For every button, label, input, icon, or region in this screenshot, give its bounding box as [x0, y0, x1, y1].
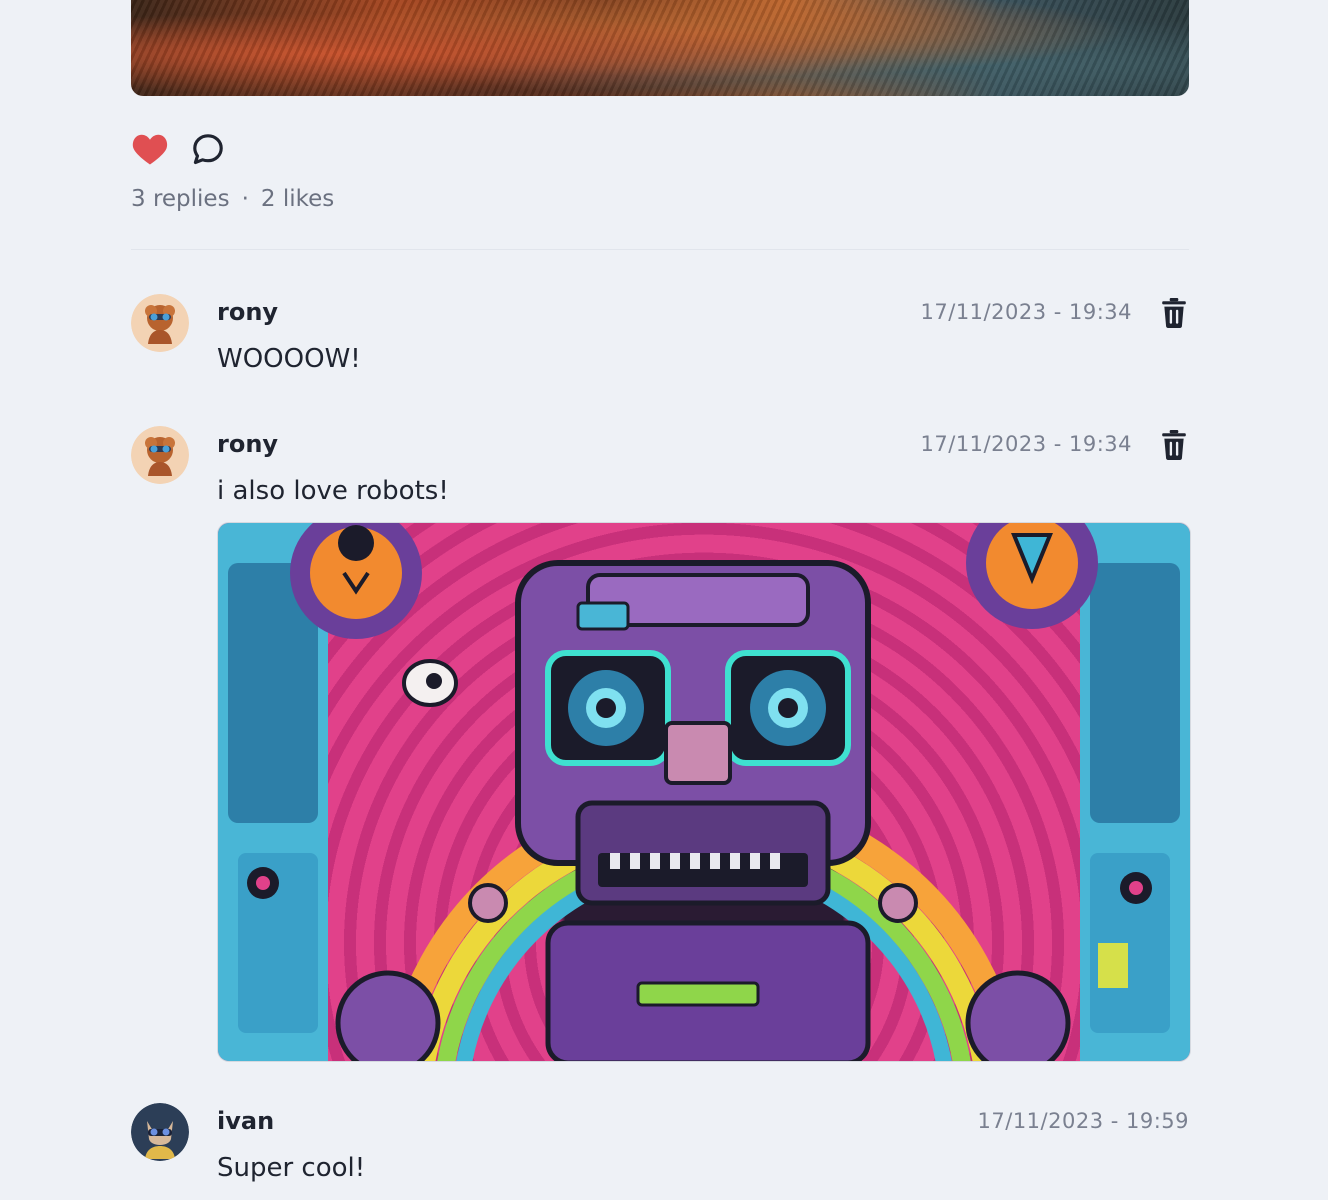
trash-icon: [1162, 298, 1186, 328]
reply-count[interactable]: 3 replies: [131, 186, 230, 212]
delete-comment-button[interactable]: [1159, 428, 1189, 462]
avatar[interactable]: [131, 1103, 189, 1161]
comment-timestamp: 17/11/2023 - 19:59: [977, 1109, 1189, 1133]
comment-text: Super cool!: [217, 1153, 366, 1183]
post-actions: [131, 130, 227, 168]
delete-comment-button[interactable]: [1159, 296, 1189, 330]
reply-button[interactable]: [189, 130, 227, 168]
comment-item: rony 17/11/2023 - 19:34 WOOOOW!: [131, 294, 1189, 384]
trash-icon: [1162, 430, 1186, 460]
comment-timestamp: 17/11/2023 - 19:34: [920, 300, 1132, 324]
like-button[interactable]: [131, 130, 169, 168]
post-image: [131, 0, 1189, 96]
robot-illustration: [218, 523, 1190, 1061]
like-count[interactable]: 2 likes: [261, 186, 334, 212]
comment-author[interactable]: ivan: [217, 1107, 274, 1135]
comment-text: i also love robots!: [217, 476, 449, 506]
divider: [131, 249, 1189, 250]
comment-item: ivan 17/11/2023 - 19:59 Super cool!: [131, 1103, 1189, 1200]
comment-text: WOOOOW!: [217, 344, 361, 374]
comment-bubble-icon: [193, 134, 223, 165]
stats-separator: ·: [241, 186, 249, 212]
comment-image[interactable]: [217, 522, 1191, 1062]
comment-timestamp: 17/11/2023 - 19:34: [920, 432, 1132, 456]
heart-icon: [132, 134, 168, 165]
avatar[interactable]: [131, 294, 189, 352]
post-stats: 3 replies · 2 likes: [131, 186, 334, 212]
comment-author[interactable]: rony: [217, 430, 278, 458]
comment-author[interactable]: rony: [217, 298, 278, 326]
avatar[interactable]: [131, 426, 189, 484]
comment-item: rony 17/11/2023 - 19:34 i also love robo…: [131, 426, 1191, 1066]
